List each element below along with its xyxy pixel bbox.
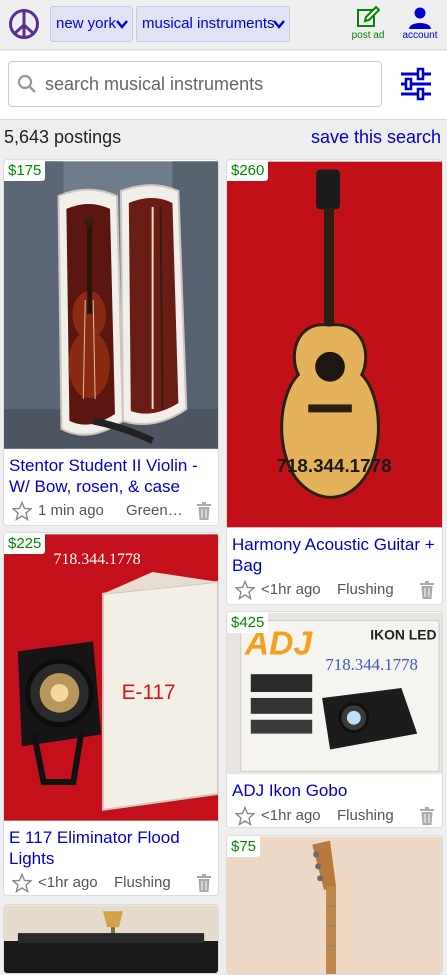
listing-title[interactable]: ADJ Ikon Gobo [232, 780, 442, 801]
top-bar: new york musical instruments post ad acc… [0, 0, 447, 50]
trash-icon[interactable] [196, 874, 212, 892]
photo-phone-text: 718.344.1778 [54, 551, 141, 568]
category-label: musical instruments [142, 15, 275, 32]
peace-sign-icon[interactable] [8, 8, 40, 40]
save-search-link[interactable]: save this search [311, 127, 441, 148]
listing-meta: 1 min ago Greenpoint [10, 500, 211, 522]
listing-image: ADJ IKON LED 718.344.1778 [227, 612, 442, 775]
chevron-down-icon [273, 20, 285, 29]
account-label: account [402, 30, 438, 41]
listing-meta: <1hr ago Flushing [10, 872, 211, 894]
search-input[interactable] [45, 70, 375, 98]
star-icon[interactable] [235, 580, 255, 600]
listing-card[interactable]: 718.344.1778 $260 Harmony Acoustic Guita… [226, 159, 443, 605]
brand-text: IKON LED [370, 627, 436, 643]
post-ad-label: post ad [351, 30, 385, 41]
trash-icon[interactable] [419, 807, 435, 825]
search-bar [0, 51, 447, 120]
chevron-down-icon [116, 20, 128, 29]
posted-time: <1hr ago [261, 581, 321, 598]
city-selector[interactable]: new york [50, 6, 133, 42]
postings-count: 5,643 postings [4, 127, 122, 147]
edit-icon [357, 6, 380, 27]
listing-meta: <1hr ago Flushing [233, 805, 434, 827]
star-icon[interactable] [12, 501, 32, 521]
price-badge: $225 [4, 533, 46, 554]
listing-meta: <1hr ago Flushing [233, 579, 434, 601]
search-box[interactable] [8, 61, 382, 107]
photo-phone-text: 718.344.1778 [276, 455, 391, 476]
price-badge: $175 [4, 160, 46, 181]
listing-location: Flushing [337, 807, 394, 824]
listing-image [4, 905, 218, 973]
post-ad-button[interactable]: post ad [346, 6, 390, 44]
listing-location: Greenpoint [126, 502, 190, 519]
trash-icon[interactable] [196, 502, 212, 520]
star-icon[interactable] [12, 873, 32, 893]
listing-image [227, 836, 442, 974]
city-label: new york [56, 15, 117, 32]
box-label-text: E-117 [122, 681, 176, 704]
listing-image: 718.344.1778 E-117 [4, 534, 218, 821]
account-button[interactable]: account [398, 6, 442, 44]
user-icon [409, 7, 431, 29]
posted-time: <1hr ago [38, 874, 98, 891]
price-badge: $75 [227, 836, 261, 857]
photo-phone-text: 718.344.1778 [325, 655, 418, 674]
listing-card[interactable]: $75 [226, 835, 443, 975]
trash-icon[interactable] [419, 581, 435, 599]
listing-location: Flushing [337, 581, 394, 598]
price-badge: $260 [227, 160, 269, 181]
listing-card[interactable] [3, 904, 219, 974]
star-icon[interactable] [235, 806, 255, 826]
price-badge: $425 [227, 612, 269, 633]
posted-time: 1 min ago [38, 502, 104, 519]
listing-image [4, 161, 218, 449]
posted-time: <1hr ago [261, 807, 321, 824]
category-selector[interactable]: musical instruments [136, 6, 290, 42]
listing-title[interactable]: Stentor Student II Violin - W/ Bow, rose… [9, 455, 217, 497]
results-bar: 5,643 postings save this search [0, 121, 447, 153]
listing-card[interactable]: ADJ IKON LED 718.344.1778 $425 ADJ Ikon … [226, 611, 443, 828]
listing-title[interactable]: E 117 Eliminator Flood Lights [9, 827, 217, 869]
search-icon [17, 74, 36, 93]
listing-card[interactable]: $175 Stentor Student II Violin - W/ Bow,… [3, 159, 219, 526]
sliders-icon[interactable] [397, 65, 435, 103]
listing-image: 718.344.1778 [227, 161, 442, 528]
listing-title[interactable]: Harmony Acoustic Guitar + Bag [232, 534, 442, 576]
listing-location: Flushing [114, 874, 171, 891]
listing-card[interactable]: 718.344.1778 E-117 $225 E 117 Eliminator… [3, 532, 219, 896]
